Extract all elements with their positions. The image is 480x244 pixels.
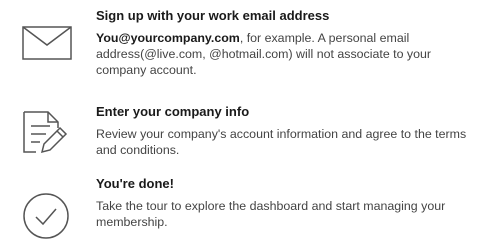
step-company-info-text: Enter your company info Review your comp… [96,104,476,158]
onboarding-steps: Sign up with your work email address You… [0,0,480,244]
document-edit-icon [22,110,72,154]
step-done-text: You're done! Take the tour to explore th… [96,176,476,230]
step-title: Enter your company info [96,104,250,119]
step-title: Sign up with your work email address [96,8,330,23]
checkmark-circle-icon [22,192,70,240]
step-title: You're done! [96,176,174,191]
step-description: You@yourcompany.com, for example. A pers… [96,30,476,78]
step-signup-text: Sign up with your work email address You… [96,8,476,78]
step-description: Take the tour to explore the dashboard a… [96,199,446,229]
email-example: You@yourcompany.com [96,31,240,45]
envelope-icon [22,26,72,60]
step-description: Review your company's account informatio… [96,127,467,157]
